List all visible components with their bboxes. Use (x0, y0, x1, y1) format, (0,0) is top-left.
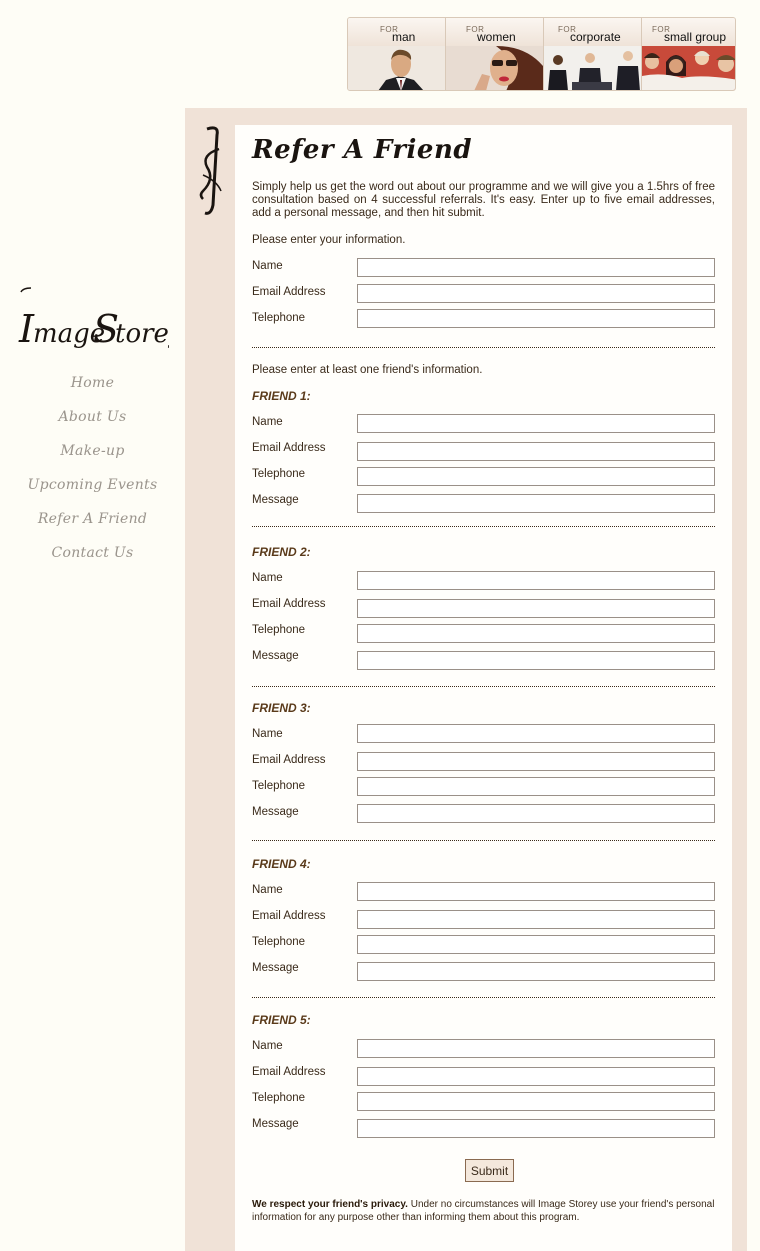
friend-4-heading: FRIEND 4: (252, 857, 311, 871)
friend-3-email-input[interactable] (357, 752, 715, 771)
your-name-label: Name (252, 260, 283, 272)
privacy-notice: We respect your friend's privacy. Under … (252, 1198, 715, 1224)
friend-4-name-label: Name (252, 884, 283, 896)
tab-label-small-group: small group (664, 30, 727, 44)
s-ornament-icon (197, 125, 225, 217)
nav-about-us[interactable]: About Us (0, 406, 185, 440)
your-email-label: Email Address (252, 286, 326, 298)
friend-4-message-input[interactable] (357, 962, 715, 981)
page-title: Refer A Friend (252, 135, 473, 165)
friend-3-name-input[interactable] (357, 724, 715, 743)
friend-1-email-input[interactable] (357, 442, 715, 461)
friend-2-message-input[interactable] (357, 651, 715, 670)
tab-label-women: women (477, 30, 516, 44)
main-nav: Home About Us Make-up Upcoming Events Re… (0, 372, 185, 576)
man-photo (348, 46, 445, 90)
category-tabs: FOR man FOR women FOR corporate FOR smal… (347, 17, 736, 91)
friend-1-message-label: Message (252, 494, 299, 506)
friend-5-message-label: Message (252, 1118, 299, 1130)
friend-2-name-label: Name (252, 572, 283, 584)
nav-refer-a-friend[interactable]: Refer A Friend (0, 508, 185, 542)
svg-text:torey: torey (115, 319, 169, 349)
friend-1-telephone-input[interactable] (357, 467, 715, 486)
friend-3-telephone-label: Telephone (252, 780, 306, 792)
tab-corporate[interactable]: FOR corporate (544, 18, 642, 90)
nav-home[interactable]: Home (0, 372, 185, 406)
form-content: Refer A Friend Simply help us get the wo… (235, 125, 732, 1251)
friend-4-email-input[interactable] (357, 910, 715, 929)
tab-man[interactable]: FOR man (348, 18, 446, 90)
friend-3-message-input[interactable] (357, 804, 715, 823)
your-telephone-input[interactable] (357, 309, 715, 328)
friend-4-telephone-input[interactable] (357, 935, 715, 954)
your-email-input[interactable] (357, 284, 715, 303)
separator (252, 526, 715, 527)
friend-5-telephone-label: Telephone (252, 1092, 306, 1104)
friend-4-email-label: Email Address (252, 910, 326, 922)
friend-5-heading: FRIEND 5: (252, 1013, 311, 1027)
friend-3-message-label: Message (252, 806, 299, 818)
friend-2-email-label: Email Address (252, 598, 326, 610)
tab-women[interactable]: FOR women (446, 18, 544, 90)
friend-4-name-input[interactable] (357, 882, 715, 901)
nav-make-up[interactable]: Make-up (0, 440, 185, 474)
corporate-photo (544, 46, 641, 90)
separator (252, 347, 715, 348)
your-info-prompt: Please enter your information. (252, 234, 406, 246)
your-name-input[interactable] (357, 258, 715, 277)
submit-button[interactable]: Submit (465, 1159, 514, 1182)
friend-2-telephone-input[interactable] (357, 624, 715, 643)
friend-1-telephone-label: Telephone (252, 468, 306, 480)
friend-1-heading: FRIEND 1: (252, 389, 311, 403)
nav-upcoming-events[interactable]: Upcoming Events (0, 474, 185, 508)
nav-contact-us[interactable]: Contact Us (0, 542, 185, 576)
friend-5-message-input[interactable] (357, 1119, 715, 1138)
friend-5-telephone-input[interactable] (357, 1092, 715, 1111)
friend-1-email-label: Email Address (252, 442, 326, 454)
image-storey-logo[interactable]: I mage S torey (17, 282, 184, 354)
friend-2-heading: FRIEND 2: (252, 545, 311, 559)
separator (252, 686, 715, 687)
separator (252, 997, 715, 998)
separator (252, 840, 715, 841)
friend-2-name-input[interactable] (357, 571, 715, 590)
friend-1-message-input[interactable] (357, 494, 715, 513)
friend-2-telephone-label: Telephone (252, 624, 306, 636)
friend-5-name-label: Name (252, 1040, 283, 1052)
friend-5-email-label: Email Address (252, 1066, 326, 1078)
friend-4-message-label: Message (252, 962, 299, 974)
friend-1-name-label: Name (252, 416, 283, 428)
intro-text: Simply help us get the word out about ou… (252, 181, 715, 219)
friend-4-telephone-label: Telephone (252, 936, 306, 948)
friend-2-email-input[interactable] (357, 599, 715, 618)
tab-label-corporate: corporate (570, 30, 621, 44)
friend-3-telephone-input[interactable] (357, 777, 715, 796)
small-group-photo (642, 46, 735, 90)
friend-3-name-label: Name (252, 728, 283, 740)
tab-label-man: man (392, 30, 416, 44)
tab-small-group[interactable]: FOR small group (642, 18, 735, 90)
friend-2-message-label: Message (252, 650, 299, 662)
friend-info-prompt: Please enter at least one friend's infor… (252, 364, 483, 376)
friend-3-email-label: Email Address (252, 754, 326, 766)
privacy-bold: We respect your friend's privacy. (252, 1199, 408, 1210)
your-telephone-label: Telephone (252, 312, 306, 324)
friend-5-name-input[interactable] (357, 1039, 715, 1058)
friend-1-name-input[interactable] (357, 414, 715, 433)
friend-3-heading: FRIEND 3: (252, 701, 311, 715)
friend-5-email-input[interactable] (357, 1067, 715, 1086)
women-photo (446, 46, 543, 90)
